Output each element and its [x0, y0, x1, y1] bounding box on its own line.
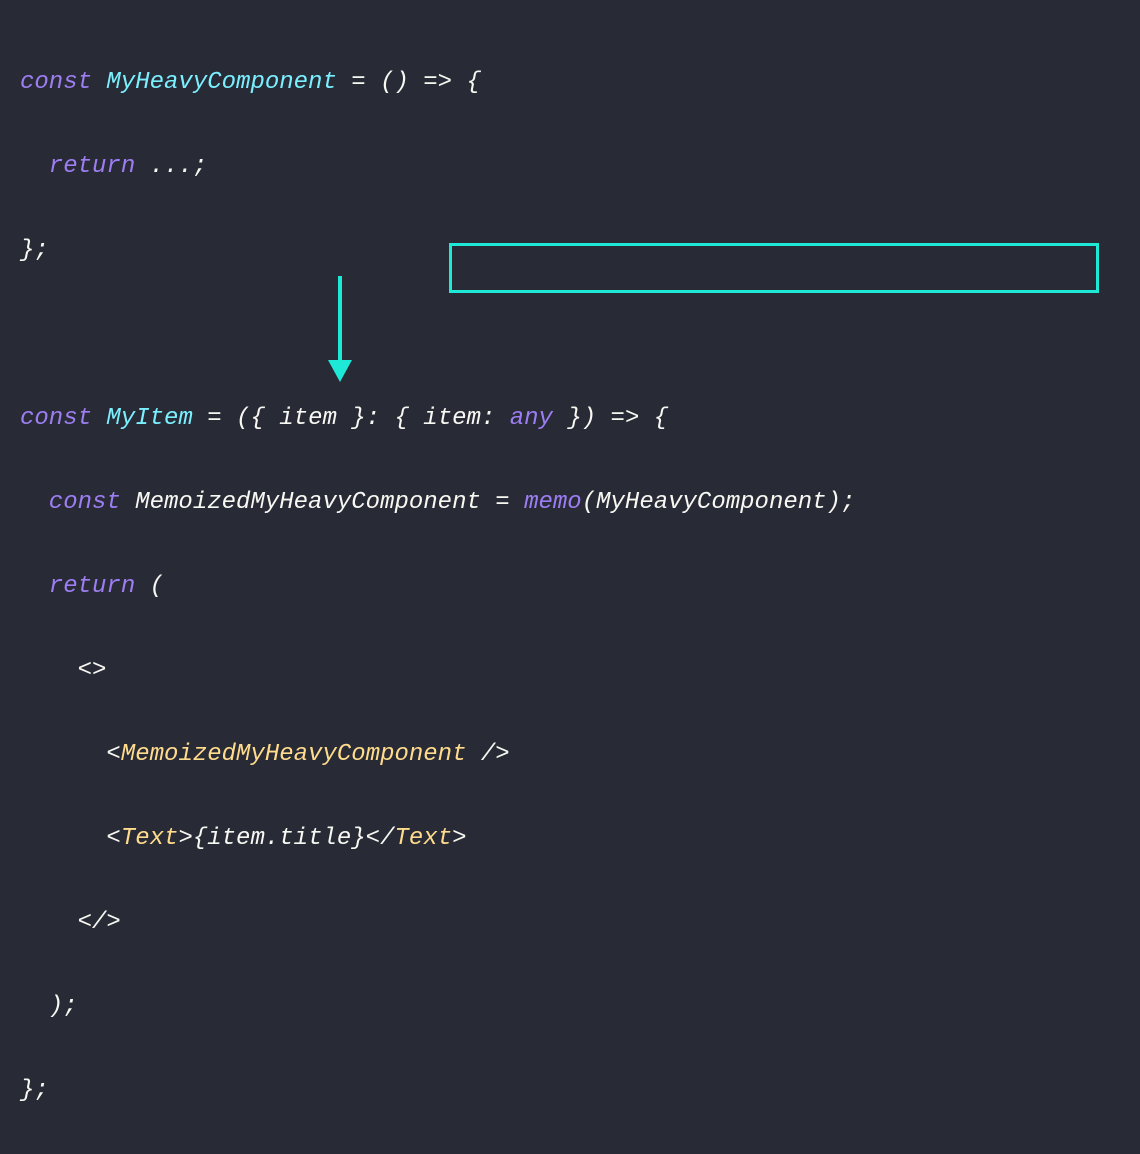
- close-brace: };: [20, 1077, 49, 1104]
- jsx-open-bracket: <: [20, 741, 121, 768]
- keyword-const: const: [20, 69, 106, 96]
- type-annotation-open: }: {: [351, 405, 423, 432]
- keyword-const: const: [20, 405, 106, 432]
- code-line-10: <Text>{item.title}</Text>: [20, 818, 1120, 860]
- code-line-1: const MyHeavyComponent = () => {: [20, 62, 1120, 104]
- paren-open: (: [582, 489, 596, 516]
- arrow-fn-open: }) => {: [567, 405, 668, 432]
- jsx-expr-close: }</: [351, 825, 394, 852]
- keyword-return: return: [20, 573, 150, 600]
- colon: :: [481, 405, 510, 432]
- identifier-MyHeavyComponent: MyHeavyComponent: [106, 69, 351, 96]
- code-line-2: return ...;: [20, 146, 1120, 188]
- fragment-close: </>: [20, 909, 121, 936]
- code-line-8: <>: [20, 650, 1120, 692]
- expr-item: item: [207, 825, 265, 852]
- type-key-item: item: [423, 405, 481, 432]
- paren-open: (: [150, 573, 164, 600]
- highlight-box-memo-call: [449, 243, 1099, 293]
- dot: .: [265, 825, 279, 852]
- keyword-const: const: [20, 489, 135, 516]
- jsx-component-Text-close: Text: [395, 825, 453, 852]
- keyword-return: return: [20, 153, 150, 180]
- arrow-fn-open: = () => {: [351, 69, 481, 96]
- type-any: any: [510, 405, 568, 432]
- code-line-4-empty: [20, 314, 1120, 356]
- code-line-11: </>: [20, 902, 1120, 944]
- jsx-close-bracket: >: [452, 825, 466, 852]
- expr-title: title: [279, 825, 351, 852]
- param-item: item: [279, 405, 351, 432]
- arg-MyHeavyComponent: MyHeavyComponent: [596, 489, 826, 516]
- identifier-MemoizedMyHeavyComponent: MemoizedMyHeavyComponent: [135, 489, 495, 516]
- arrow-down-icon: [320, 276, 360, 386]
- code-line-5: const MyItem = ({ item }: { item: any })…: [20, 398, 1120, 440]
- jsx-open-bracket: <: [20, 825, 121, 852]
- close-brace: };: [20, 237, 49, 264]
- code-line-13: };: [20, 1070, 1120, 1112]
- jsx-component-MemoizedMyHeavyComponent: MemoizedMyHeavyComponent: [121, 741, 481, 768]
- code-snippet: const MyHeavyComponent = () => { return …: [20, 20, 1120, 1154]
- paren-close-semi: );: [20, 993, 78, 1020]
- code-line-12: );: [20, 986, 1120, 1028]
- code-line-9: <MemoizedMyHeavyComponent />: [20, 734, 1120, 776]
- jsx-component-Text: Text: [121, 825, 179, 852]
- jsx-self-close: />: [481, 741, 510, 768]
- ellipsis: ...;: [150, 153, 208, 180]
- jsx-expr-open: >{: [178, 825, 207, 852]
- fragment-open: <>: [20, 657, 106, 684]
- destructure-open: = ({: [207, 405, 279, 432]
- fn-memo: memo: [524, 489, 582, 516]
- code-line-6: const MemoizedMyHeavyComponent = memo(My…: [20, 482, 1120, 524]
- paren-close-semi: );: [827, 489, 856, 516]
- equals: =: [495, 489, 524, 516]
- identifier-MyItem: MyItem: [106, 405, 207, 432]
- code-line-7: return (: [20, 566, 1120, 608]
